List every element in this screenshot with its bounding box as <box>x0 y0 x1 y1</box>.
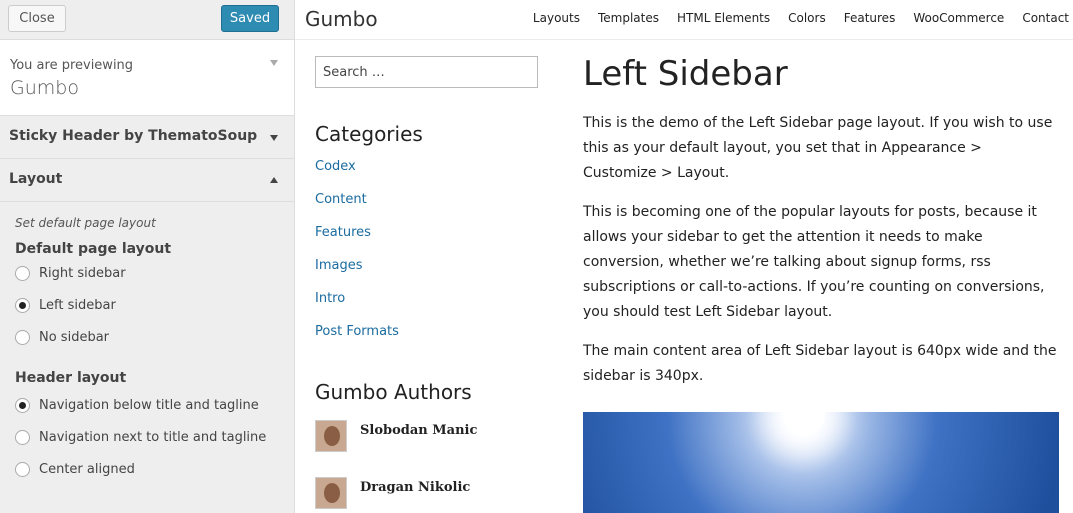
radio-button[interactable] <box>15 461 30 477</box>
section-sticky-header[interactable]: Sticky Header by ThematoSoup <box>0 116 294 159</box>
radio-label: Left sidebar <box>39 297 116 313</box>
site-header: Gumbo Layouts Templates HTML Elements Co… <box>295 0 1073 40</box>
radio-label: No sidebar <box>39 329 110 345</box>
radio-nav-below[interactable]: Navigation below title and tagline <box>15 389 294 421</box>
radio-label: Navigation below title and tagline <box>39 397 259 413</box>
radio-center-aligned[interactable]: Center aligned <box>15 453 294 485</box>
chevron-down-icon[interactable] <box>270 60 278 66</box>
triangle-down-icon <box>270 135 278 141</box>
section-title: Sticky Header by ThematoSoup <box>9 128 258 144</box>
category-link[interactable]: Post Formats <box>315 321 538 354</box>
nav-item-features[interactable]: Features <box>844 11 896 25</box>
default-layout-title: Default page layout <box>15 241 172 257</box>
radio-button[interactable] <box>15 265 30 281</box>
radio-label: Center aligned <box>39 461 135 477</box>
paragraph: The main content area of Left Sidebar la… <box>583 343 1057 384</box>
site-title[interactable]: Gumbo <box>305 7 378 31</box>
section-layout[interactable]: Layout <box>0 159 294 202</box>
page-title: Left Sidebar <box>583 54 788 94</box>
avatar[interactable] <box>315 477 347 509</box>
saved-button[interactable]: Saved <box>221 5 279 32</box>
nav-item-contact[interactable]: Contact <box>1022 11 1069 25</box>
layout-description: Set default page layout <box>15 216 156 230</box>
header-layout-group: Header layout Navigation below title and… <box>15 370 294 485</box>
section-title: Layout <box>9 171 63 187</box>
radio-left-sidebar[interactable]: Left sidebar <box>15 289 294 321</box>
author-name[interactable]: Dragan Nikolic <box>360 480 470 495</box>
search-input[interactable]: Search … <box>315 56 538 88</box>
radio-button-checked[interactable] <box>15 397 30 413</box>
customizer-header: Close Saved <box>0 0 294 40</box>
category-link[interactable]: Codex <box>315 156 538 189</box>
paragraph: This is becoming one of the popular layo… <box>583 204 1045 320</box>
main-content: Left Sidebar This is the demo of the Lef… <box>583 53 1063 513</box>
radio-button-checked[interactable] <box>15 297 30 313</box>
nav-item-colors[interactable]: Colors <box>788 11 826 25</box>
radio-button[interactable] <box>15 329 30 345</box>
category-link[interactable]: Content <box>315 189 538 222</box>
nav-item-woocommerce[interactable]: WooCommerce <box>913 11 1004 25</box>
nav-item-layouts[interactable]: Layouts <box>533 11 580 25</box>
author-name[interactable]: Slobodan Manic <box>360 423 477 438</box>
radio-no-sidebar[interactable]: No sidebar <box>15 321 294 353</box>
theme-name: Gumbo <box>10 77 79 99</box>
sky-image <box>583 412 1059 513</box>
category-link[interactable]: Intro <box>315 288 538 321</box>
avatar[interactable] <box>315 420 347 452</box>
header-layout-title: Header layout <box>15 370 127 386</box>
site-preview: Gumbo Layouts Templates HTML Elements Co… <box>295 0 1073 513</box>
nav-item-html-elements[interactable]: HTML Elements <box>677 11 770 25</box>
categories-list: Codex Content Features Images Intro Post… <box>315 156 538 354</box>
nav-item-templates[interactable]: Templates <box>598 11 659 25</box>
theme-info[interactable]: You are previewing Gumbo <box>0 40 294 116</box>
triangle-up-icon <box>270 177 278 183</box>
authors-title: Gumbo Authors <box>315 380 472 404</box>
radio-nav-next[interactable]: Navigation next to title and tagline <box>15 421 294 453</box>
paragraph: This is the demo of the Left Sidebar pag… <box>583 115 1053 181</box>
sun-glare <box>783 412 825 436</box>
preview-label: You are previewing <box>10 58 134 73</box>
layout-controls: Set default page layout Default page lay… <box>0 202 294 485</box>
categories-title: Categories <box>315 122 423 146</box>
radio-label: Right sidebar <box>39 265 126 281</box>
close-button[interactable]: Close <box>8 5 66 32</box>
radio-button[interactable] <box>15 429 30 445</box>
main-nav: Layouts Templates HTML Elements Colors F… <box>515 11 1069 25</box>
sidebar: Search … Categories Codex Content Featur… <box>315 56 538 513</box>
customizer-panel: Close Saved You are previewing Gumbo Sti… <box>0 0 295 513</box>
category-link[interactable]: Images <box>315 255 538 288</box>
radio-right-sidebar[interactable]: Right sidebar <box>15 257 294 289</box>
category-link[interactable]: Features <box>315 222 538 255</box>
author-item[interactable]: Dragan Nikolic <box>315 473 538 513</box>
radio-label: Navigation next to title and tagline <box>39 429 267 445</box>
author-item[interactable]: Slobodan Manic <box>315 416 538 473</box>
default-layout-group: Default page layout Right sidebar Left s… <box>15 241 294 353</box>
